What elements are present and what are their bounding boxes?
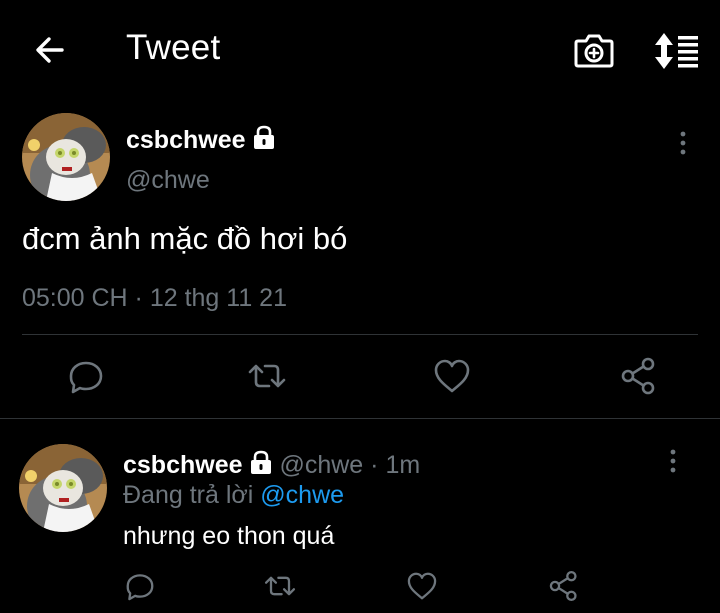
like-icon	[434, 359, 470, 393]
user-handle[interactable]: @chwe	[126, 166, 210, 195]
mention-link[interactable]: @chwe	[260, 481, 344, 509]
reply-icon	[69, 361, 103, 394]
back-button[interactable]	[30, 30, 70, 70]
like-button[interactable]	[404, 568, 440, 604]
share-icon	[621, 357, 655, 395]
reply-icon	[126, 574, 154, 601]
avatar-image	[19, 444, 107, 532]
separator-dot: ·	[370, 451, 379, 479]
share-button[interactable]	[546, 568, 582, 604]
camera-button[interactable]	[572, 30, 616, 70]
like-button[interactable]	[430, 354, 474, 398]
avatar[interactable]	[22, 113, 110, 201]
more-vertical-icon	[670, 449, 676, 473]
retweet-button[interactable]	[245, 354, 289, 398]
reply-avatar[interactable]	[19, 444, 107, 532]
reply-more-options-button[interactable]	[664, 448, 682, 474]
top-app-bar: Tweet	[0, 0, 720, 100]
reply-handle[interactable]: @chwe	[279, 451, 363, 479]
replying-to: Đang trả lời @chwe	[123, 481, 345, 509]
tweet-timestamp[interactable]: 05:00 CH · 12 thg 11 21	[22, 284, 287, 313]
more-vertical-icon	[680, 131, 686, 155]
lock-icon	[249, 449, 273, 482]
reply-display-name[interactable]: csbchwee	[123, 451, 243, 479]
tweet-text: đcm ảnh mặc đồ hơi bó	[22, 221, 348, 256]
sort-button[interactable]	[652, 32, 702, 70]
retweet-icon	[248, 364, 286, 388]
reply-header: csbchwee @chwe · 1m	[123, 449, 420, 482]
reply-text: nhưng eo thon quá	[123, 522, 335, 550]
page-title: Tweet	[126, 28, 221, 67]
share-icon	[549, 570, 577, 602]
reply-button[interactable]	[64, 354, 108, 398]
back-arrow-icon	[36, 37, 64, 63]
reply-time[interactable]: 1m	[385, 451, 420, 479]
divider	[22, 334, 698, 335]
sort-icon	[655, 33, 698, 69]
display-name[interactable]: csbchwee	[126, 124, 276, 157]
lock-icon	[252, 124, 276, 157]
more-options-button[interactable]	[674, 130, 692, 156]
camera-plus-icon	[574, 34, 614, 68]
divider	[0, 418, 720, 419]
retweet-icon	[264, 576, 296, 596]
reply-button[interactable]	[122, 568, 158, 604]
retweet-button[interactable]	[262, 568, 298, 604]
share-button[interactable]	[617, 354, 661, 398]
like-icon	[407, 572, 437, 600]
avatar-image	[22, 113, 110, 201]
